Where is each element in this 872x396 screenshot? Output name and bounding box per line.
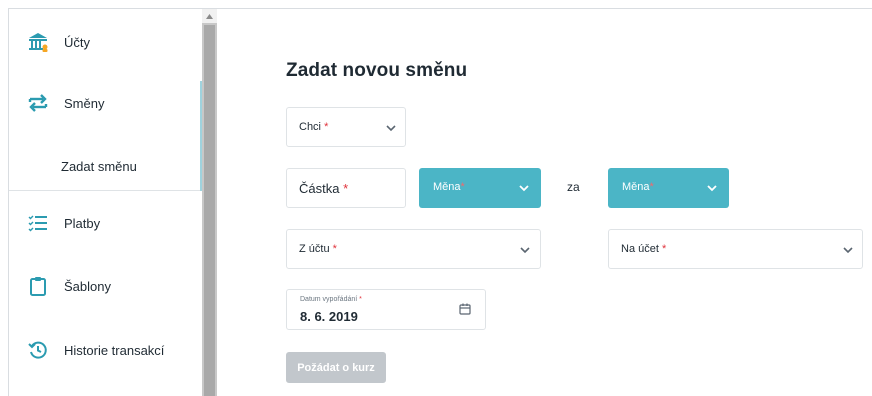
date-field-label: Datum vypořádání bbox=[300, 296, 358, 303]
scrollbar-thumb[interactable] bbox=[204, 25, 215, 396]
list-check-icon bbox=[27, 212, 49, 234]
required-mark: * bbox=[343, 181, 349, 196]
scroll-up-arrow-icon[interactable] bbox=[202, 9, 217, 23]
date-field-value: 8. 6. 2019 bbox=[300, 309, 358, 324]
want-select[interactable]: Chci * bbox=[286, 107, 406, 147]
history-icon bbox=[27, 339, 49, 361]
sidebar-item-ucty[interactable]: Účty bbox=[9, 17, 202, 67]
currency-from-select[interactable]: Měna* bbox=[419, 168, 541, 208]
required-mark: * bbox=[359, 296, 362, 303]
sidebar-item-label: Platby bbox=[64, 215, 101, 231]
exchange-icon bbox=[27, 92, 49, 114]
sidebar-item-platby[interactable]: Platby bbox=[9, 198, 202, 248]
from-account-label: Z účtu bbox=[299, 243, 330, 255]
required-mark: * bbox=[460, 181, 465, 193]
za-label: za bbox=[567, 180, 580, 194]
required-mark: * bbox=[324, 121, 329, 133]
required-mark: * bbox=[649, 181, 654, 193]
chevron-down-icon bbox=[707, 185, 717, 192]
sidebar-item-label: Směny bbox=[64, 95, 105, 111]
currency-to-select[interactable]: Měna* bbox=[608, 168, 729, 208]
request-rate-button[interactable]: Požádat o kurz bbox=[286, 352, 386, 383]
chevron-down-icon bbox=[519, 185, 529, 192]
calendar-icon[interactable] bbox=[459, 303, 471, 315]
currency-from-label: Měna bbox=[433, 181, 461, 193]
required-mark: * bbox=[661, 243, 667, 255]
sidebar-scrollbar[interactable] bbox=[202, 9, 217, 396]
sidebar-item-label: Historie transakcí bbox=[64, 342, 165, 358]
sidebar-item-smeny[interactable]: Směny bbox=[9, 78, 202, 128]
amount-label: Částka bbox=[299, 181, 340, 196]
sidebar-divider bbox=[9, 190, 202, 191]
to-account-label: Na účet bbox=[621, 243, 659, 255]
chevron-down-icon bbox=[843, 247, 853, 254]
amount-input[interactable]: Částka * bbox=[286, 168, 406, 208]
bank-icon bbox=[27, 31, 49, 53]
from-account-select[interactable]: Z účtu * bbox=[286, 229, 541, 269]
to-account-select[interactable]: Na účet * bbox=[608, 229, 863, 269]
sidebar: Účty Směny Zadat směnu Platby Šablony Hi… bbox=[9, 9, 202, 396]
clipboard-icon bbox=[27, 275, 49, 297]
sidebar-subitem-zadat-smenu[interactable]: Zadat směnu bbox=[9, 143, 202, 189]
chevron-down-icon bbox=[386, 125, 396, 132]
currency-to-label: Měna bbox=[622, 181, 650, 193]
sidebar-item-label: Šablony bbox=[64, 278, 111, 294]
sidebar-item-sablony[interactable]: Šablony bbox=[9, 261, 202, 311]
sidebar-subitem-label: Zadat směnu bbox=[61, 158, 137, 174]
sidebar-item-historie[interactable]: Historie transakcí bbox=[9, 325, 202, 375]
settlement-date-input[interactable]: Datum vypořádání * 8. 6. 2019 bbox=[286, 289, 486, 330]
want-label: Chci bbox=[299, 121, 322, 133]
sidebar-item-label: Účty bbox=[64, 34, 90, 50]
page-title: Zadat novou směnu bbox=[286, 60, 468, 81]
chevron-down-icon bbox=[520, 247, 530, 254]
required-mark: * bbox=[332, 243, 337, 255]
